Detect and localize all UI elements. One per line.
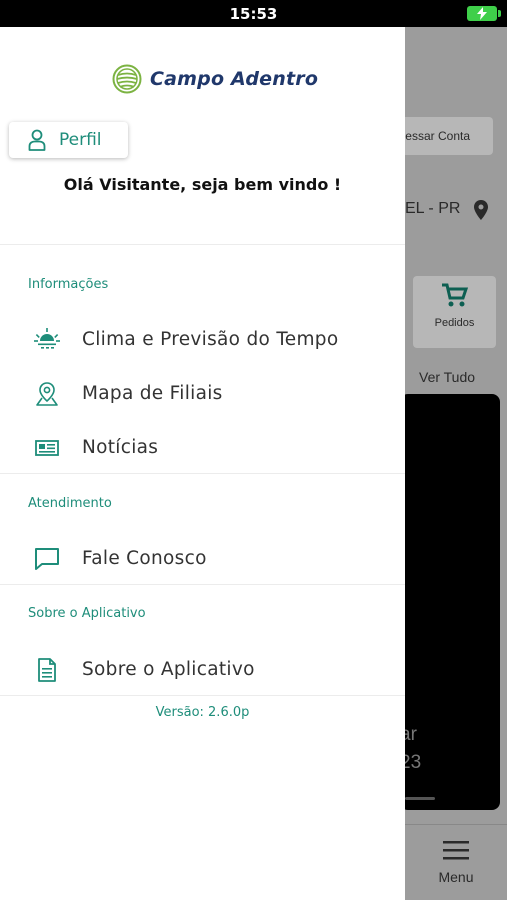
location-pin-icon	[474, 200, 488, 220]
menu-item-label: Sobre o Aplicativo	[82, 659, 255, 680]
cart-icon	[441, 283, 468, 307]
orders-label: Pedidos	[434, 317, 475, 329]
chat-icon	[35, 548, 59, 570]
menu-label: Menu	[438, 869, 474, 885]
greeting-text: Olá Visitante, seja bem vindo !	[63, 175, 342, 194]
banner-text-1: ar	[405, 724, 417, 745]
map-pin-icon	[36, 382, 58, 406]
access-account-button: essar Conta	[405, 117, 493, 155]
user-icon	[28, 129, 46, 151]
banner-text-2: 23	[405, 752, 422, 773]
banner-card: ar 23	[405, 394, 500, 810]
hamburger-icon	[443, 841, 469, 860]
logo-text: Campo Adentro	[150, 68, 319, 90]
status-time: 15:53	[229, 5, 278, 23]
background-app[interactable]: essar Conta EL - PR Pedidos Ver Tudo ar …	[405, 27, 507, 900]
profile-button[interactable]: Perfil	[9, 122, 128, 158]
menu-item-label: Fale Conosco	[82, 548, 207, 569]
menu-item-about[interactable]: Sobre o Aplicativo	[0, 649, 405, 689]
newspaper-icon	[35, 440, 59, 456]
city-label: EL - PR	[405, 200, 461, 217]
menu-item-label: Notícias	[82, 437, 159, 458]
document-icon	[38, 658, 56, 682]
section-title-atendimento: Atendimento	[28, 496, 112, 511]
app-logo: Campo Adentro	[112, 64, 318, 94]
menu-item-branch-map[interactable]: Mapa de Filiais	[0, 373, 405, 413]
divider	[0, 695, 405, 696]
divider	[0, 473, 405, 474]
battery-charging-icon	[467, 6, 501, 21]
menu-tab: Menu	[405, 824, 507, 900]
section-title-informacoes: Informações	[28, 277, 109, 292]
banner-progress	[405, 797, 435, 800]
profile-label: Perfil	[59, 130, 102, 150]
app-version: Versão: 2.6.0p	[155, 705, 250, 720]
menu-item-weather[interactable]: Clima e Previsão do Tempo	[0, 319, 405, 359]
see-all-link: Ver Tudo	[419, 369, 476, 385]
status-bar: 15:53	[0, 0, 507, 27]
divider	[0, 584, 405, 585]
menu-item-contact[interactable]: Fale Conosco	[0, 538, 405, 578]
weather-sun-icon	[34, 328, 60, 349]
navigation-drawer: Campo Adentro Perfil Olá Visitante, seja…	[0, 27, 405, 900]
logo-globe-icon	[112, 64, 142, 94]
menu-item-news[interactable]: Notícias	[0, 427, 405, 467]
section-title-sobre: Sobre o Aplicativo	[28, 606, 146, 621]
divider	[0, 244, 405, 245]
menu-item-label: Clima e Previsão do Tempo	[82, 329, 339, 350]
orders-button: Pedidos	[413, 276, 496, 348]
menu-item-label: Mapa de Filiais	[82, 383, 223, 404]
